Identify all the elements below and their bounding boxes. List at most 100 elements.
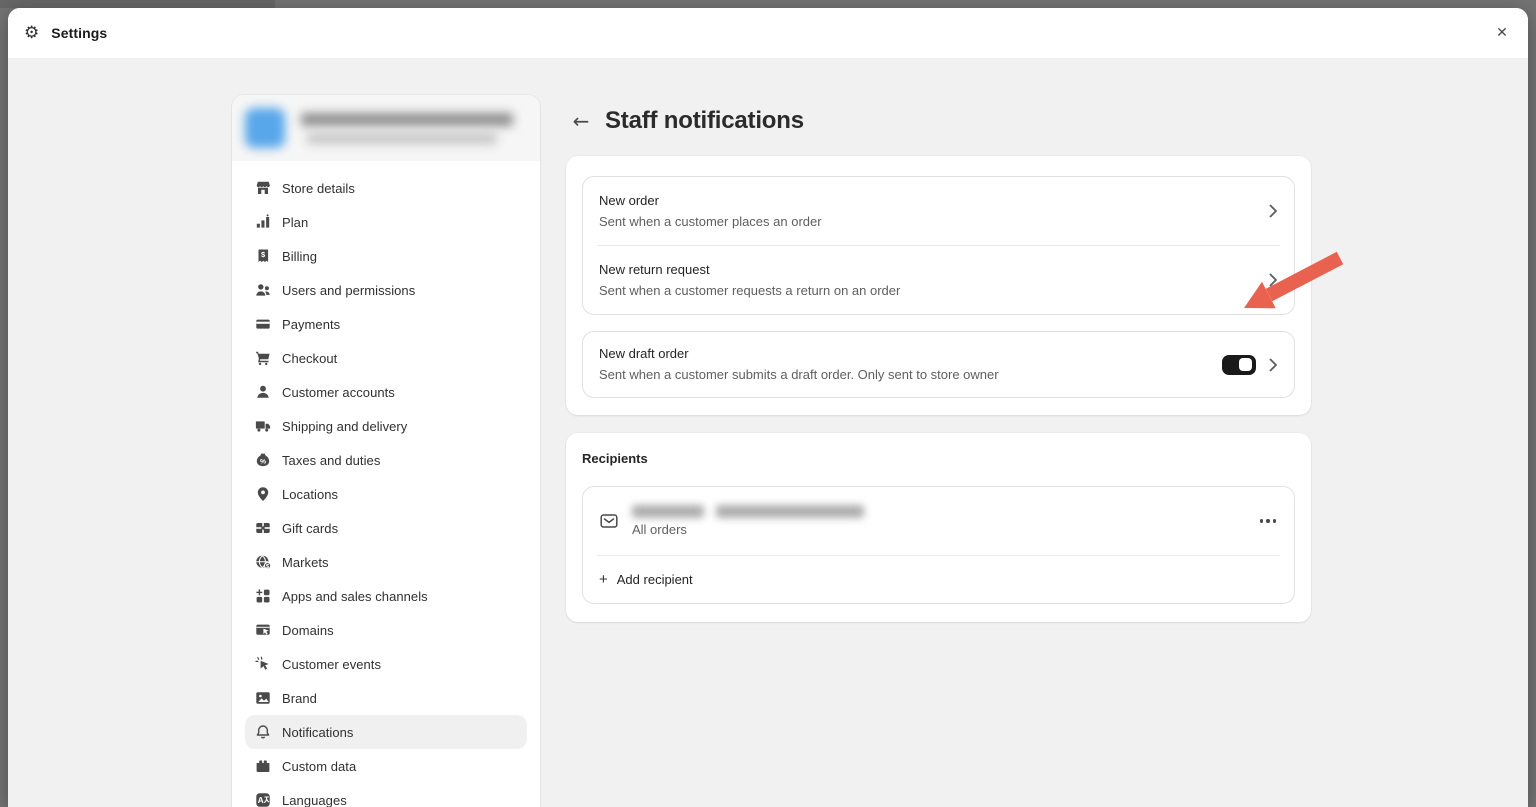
backdrop	[0, 0, 275, 8]
chevron-right-icon	[1269, 204, 1278, 218]
sidebar-nav-list: Store details Plan $ Billing Users and p…	[232, 161, 540, 807]
sidebar-item-plan[interactable]: Plan	[245, 205, 527, 239]
sidebar-item-label: Customer events	[282, 656, 382, 672]
notification-group: New draft order Sent when a customer sub…	[582, 331, 1295, 398]
sidebar-item-label: Users and permissions	[282, 282, 416, 298]
draft-order-toggle[interactable]	[1222, 354, 1256, 375]
storefront-icon	[254, 180, 271, 197]
sidebar-item-label: Notifications	[282, 724, 354, 740]
store-header	[232, 95, 540, 161]
sidebar-item-domains[interactable]: Domains	[245, 613, 527, 647]
notification-description: Sent when a customer requests a return o…	[599, 282, 901, 298]
modal-header: ⚙ Settings ✕	[8, 8, 1528, 58]
credit-card-icon	[254, 316, 271, 333]
sidebar-item-label: Billing	[282, 248, 318, 264]
envelope-icon	[599, 511, 619, 531]
sidebar-item-label: Plan	[282, 214, 309, 230]
browser-cursor-icon	[254, 622, 271, 639]
apps-icon	[254, 588, 271, 605]
add-recipient-label: Add recipient	[616, 572, 693, 587]
plan-stairs-icon	[254, 214, 271, 231]
receipt-icon: $	[254, 248, 271, 265]
sidebar-item-label: Gift cards	[282, 520, 339, 536]
sidebar-item-label: Domains	[282, 622, 334, 638]
image-icon	[254, 690, 271, 707]
chevron-right-icon	[1269, 273, 1278, 287]
close-icon[interactable]: ✕	[1488, 19, 1516, 47]
sidebar-item-markets[interactable]: $ Markets	[245, 545, 527, 579]
notification-title: New return request	[599, 261, 710, 277]
store-name-redacted	[301, 112, 513, 144]
sidebar-item-label: Brand	[282, 690, 317, 706]
sidebar-item-billing[interactable]: $ Billing	[245, 239, 527, 273]
svg-text:%: %	[259, 458, 265, 465]
back-arrow-icon[interactable]: ←	[568, 108, 594, 134]
notification-row-new-return-request[interactable]: New return request Sent when a customer …	[583, 246, 1294, 314]
sidebar-item-label: Customer accounts	[282, 384, 395, 400]
plus-icon: +	[599, 571, 608, 588]
settings-modal: ⚙ Settings ✕ Store details Plan $ Billin…	[8, 8, 1528, 807]
money-bag-percent-icon: %	[254, 452, 271, 469]
store-avatar	[245, 108, 285, 148]
modal-body: Store details Plan $ Billing Users and p…	[8, 58, 1528, 807]
sidebar-item-languages[interactable]: A Languages	[245, 783, 527, 807]
notification-row-new-order[interactable]: New order Sent when a customer places an…	[583, 177, 1294, 245]
notification-description: Sent when a customer submits a draft ord…	[599, 367, 999, 382]
sidebar-item-label: Taxes and duties	[282, 452, 381, 468]
sidebar-item-store-details[interactable]: Store details	[245, 171, 527, 205]
chevron-right-icon	[1269, 358, 1278, 372]
sidebar-item-label: Languages	[282, 792, 347, 807]
staff-notifications-card: New order Sent when a customer places an…	[566, 156, 1344, 415]
sidebar-item-label: Store details	[282, 180, 355, 196]
truck-icon	[254, 418, 271, 435]
sidebar-item-custom-data[interactable]: Custom data	[245, 749, 527, 783]
modal-title: Settings	[51, 25, 108, 41]
sidebar-item-apps-and-sales-channels[interactable]: Apps and sales channels	[245, 579, 527, 613]
sidebar-item-label: Locations	[282, 486, 339, 502]
sidebar-item-label: Payments	[282, 316, 341, 332]
sidebar-item-label: Checkout	[282, 350, 338, 366]
sidebar-item-customer-events[interactable]: Customer events	[245, 647, 527, 681]
recipients-list: All orders + Add recipient	[582, 486, 1295, 604]
svg-text:A: A	[257, 795, 263, 805]
recipient-scope: All orders	[632, 522, 687, 537]
page-header: ← Staff notifications	[568, 103, 1313, 139]
sidebar-item-label: Shipping and delivery	[282, 418, 408, 434]
database-icon	[254, 758, 271, 775]
ellipsis-icon[interactable]	[1258, 513, 1279, 529]
notification-title: New draft order	[599, 346, 689, 361]
notification-group: New order Sent when a customer places an…	[582, 176, 1295, 315]
recipients-heading: Recipients	[582, 451, 648, 466]
sidebar-item-taxes-and-duties[interactable]: % Taxes and duties	[245, 443, 527, 477]
bell-icon	[254, 724, 271, 741]
recipient-row: All orders	[583, 487, 1294, 555]
sidebar-item-notifications[interactable]: Notifications	[245, 715, 527, 749]
settings-sidebar: Store details Plan $ Billing Users and p…	[232, 95, 540, 807]
gift-card-icon	[254, 520, 271, 537]
sidebar-item-gift-cards[interactable]: Gift cards	[245, 511, 527, 545]
gear-icon: ⚙	[24, 22, 40, 43]
translate-icon: A	[254, 792, 271, 807]
sidebar-item-label: Custom data	[282, 758, 357, 774]
location-pin-icon	[254, 486, 271, 503]
notification-description: Sent when a customer places an order	[599, 213, 822, 229]
person-icon	[254, 384, 271, 401]
sidebar-item-checkout[interactable]: Checkout	[245, 341, 527, 375]
sidebar-item-locations[interactable]: Locations	[245, 477, 527, 511]
sidebar-item-payments[interactable]: Payments	[245, 307, 527, 341]
recipients-card: Recipients All orders + Add recipient	[566, 433, 1311, 622]
page-title: Staff notifications	[605, 107, 804, 134]
cursor-click-icon	[254, 656, 271, 673]
sidebar-item-brand[interactable]: Brand	[245, 681, 527, 715]
notification-title: New order	[599, 192, 659, 208]
sidebar-item-shipping-and-delivery[interactable]: Shipping and delivery	[245, 409, 527, 443]
notification-row-new-draft-order[interactable]: New draft order Sent when a customer sub…	[583, 332, 1294, 397]
add-recipient-button[interactable]: + Add recipient	[583, 556, 1294, 603]
globe-dollar-icon: $	[254, 554, 271, 571]
sidebar-item-label: Markets	[282, 554, 329, 570]
cart-icon	[254, 350, 271, 367]
sidebar-item-customer-accounts[interactable]: Customer accounts	[245, 375, 527, 409]
sidebar-item-label: Apps and sales channels	[282, 588, 428, 604]
sidebar-item-users-and-permissions[interactable]: Users and permissions	[245, 273, 527, 307]
recipient-email-redacted	[632, 503, 864, 519]
